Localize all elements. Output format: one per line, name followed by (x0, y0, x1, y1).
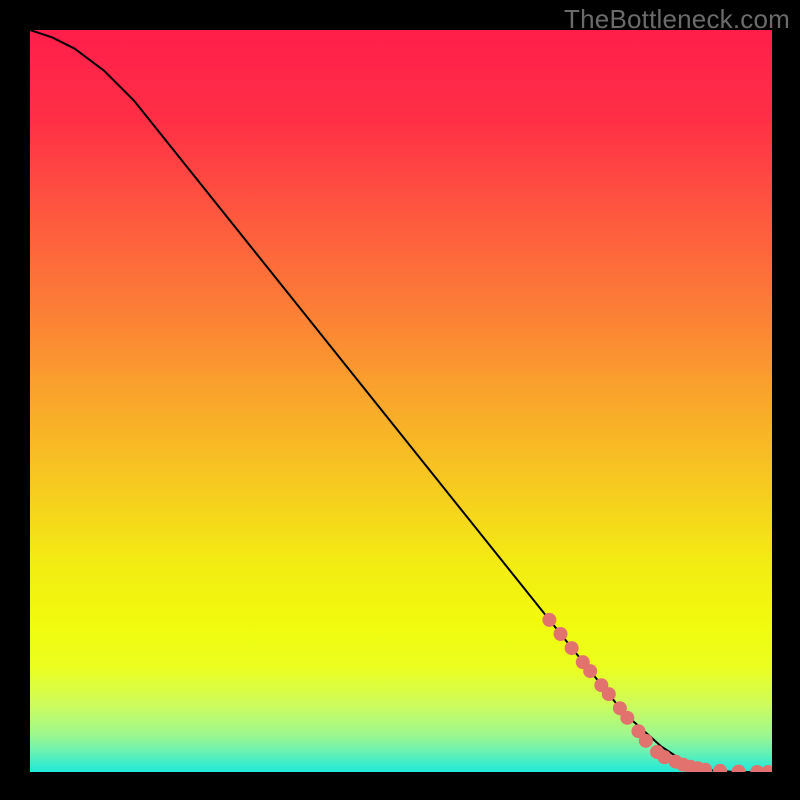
watermark-text: TheBottleneck.com (564, 4, 790, 35)
data-marker (602, 687, 616, 701)
gradient-background (30, 30, 772, 772)
data-marker (583, 664, 597, 678)
data-marker (620, 711, 634, 725)
data-marker (565, 641, 579, 655)
data-marker (554, 627, 568, 641)
plot-area (30, 30, 772, 772)
chart-svg (30, 30, 772, 772)
data-marker (639, 734, 653, 748)
chart-frame: TheBottleneck.com (0, 0, 800, 800)
data-marker (542, 613, 556, 627)
